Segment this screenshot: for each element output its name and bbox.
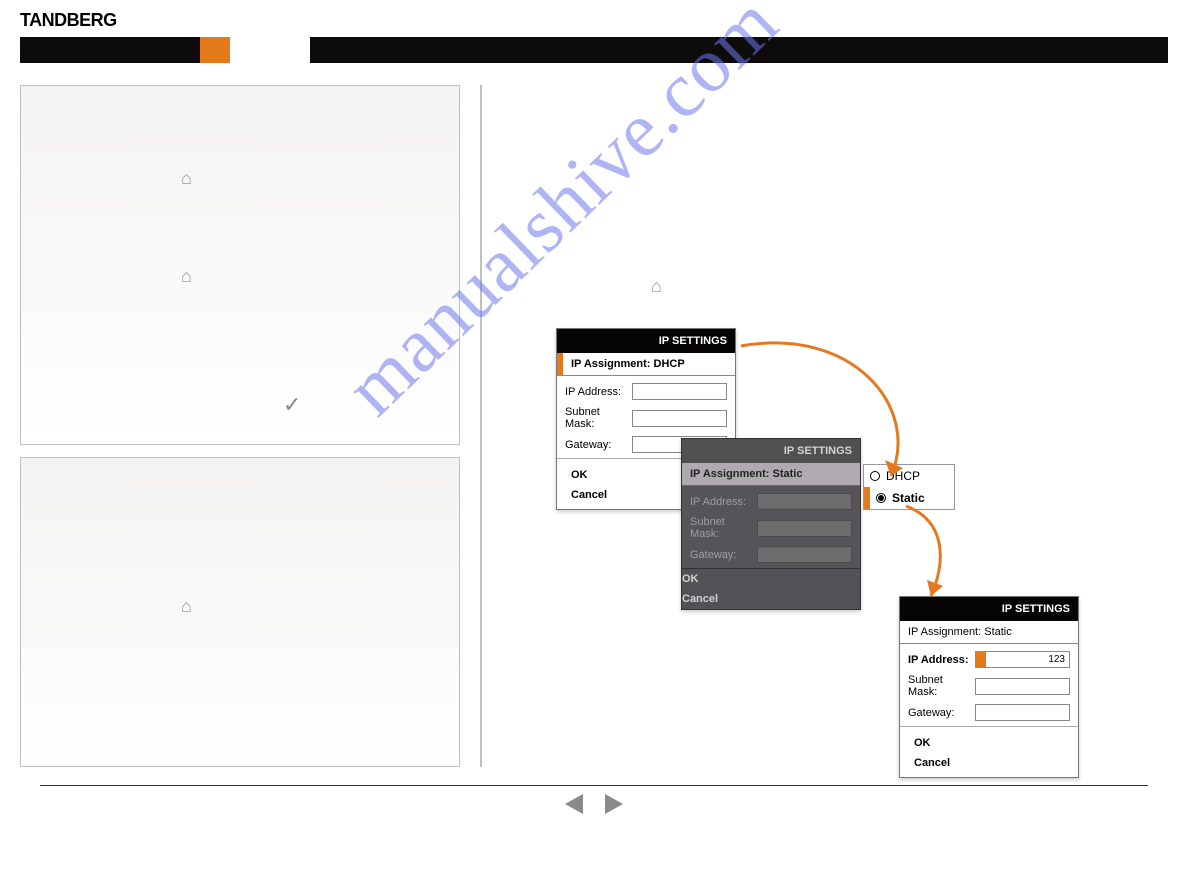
panel-bottom-left: ⌂ [20, 457, 460, 767]
gateway-field[interactable] [975, 704, 1070, 721]
dialog-title: IP SETTINGS [557, 329, 735, 353]
ip-address-label: IP Address: [908, 654, 969, 666]
page-navigation [20, 794, 1168, 817]
header-bar [20, 37, 1168, 63]
header-accent-white [230, 37, 310, 63]
home-icon: ⌂ [651, 276, 662, 297]
subnet-mask-label: Subnet Mask: [690, 516, 757, 540]
brand-logo: TANDBERG [20, 10, 1168, 31]
gateway-label: Gateway: [565, 439, 611, 451]
gateway-field [757, 546, 852, 563]
subnet-mask-field [757, 520, 852, 537]
subnet-mask-label: Subnet Mask: [565, 406, 632, 430]
ip-assignment-row[interactable]: IP Assignment: Static [900, 621, 1078, 644]
next-page-button[interactable] [605, 794, 623, 814]
ip-address-label: IP Address: [565, 386, 621, 398]
panel-top-left: ⌂ ⌂ ✓ [20, 85, 460, 445]
footer-divider [40, 785, 1148, 786]
subnet-mask-field[interactable] [975, 678, 1070, 695]
ip-assignment-row[interactable]: IP Assignment: DHCP [557, 353, 735, 376]
cancel-button[interactable]: Cancel [914, 753, 1068, 773]
home-icon: ⌂ [181, 266, 192, 287]
ip-assignment-label: IP Assignment: [571, 358, 650, 370]
ip-address-field[interactable]: 123 [985, 651, 1070, 668]
subnet-mask-field[interactable] [632, 410, 727, 427]
panel-right: ⌂ IP SETTINGS IP Assignment: DHCP IP Add… [480, 85, 482, 767]
cancel-button[interactable]: Cancel [682, 589, 860, 609]
subnet-mask-label: Subnet Mask: [908, 674, 975, 698]
previous-page-button[interactable] [565, 794, 583, 814]
gateway-label: Gateway: [908, 707, 954, 719]
ok-button[interactable]: OK [914, 733, 1068, 753]
gateway-label: Gateway: [690, 549, 736, 561]
ip-settings-dialog-static-edit: IP SETTINGS IP Assignment: Static IP Add… [899, 596, 1079, 778]
ip-assignment-value: DHCP [654, 358, 685, 370]
arrow-icon [876, 501, 966, 611]
ip-address-field[interactable] [632, 383, 727, 400]
check-icon: ✓ [283, 392, 301, 417]
home-icon: ⌂ [181, 596, 192, 617]
arrow-icon [731, 336, 931, 506]
home-icon: ⌂ [181, 168, 192, 189]
header-accent-orange [200, 37, 230, 63]
ok-button[interactable]: OK [682, 569, 860, 589]
text-cursor [975, 651, 985, 668]
